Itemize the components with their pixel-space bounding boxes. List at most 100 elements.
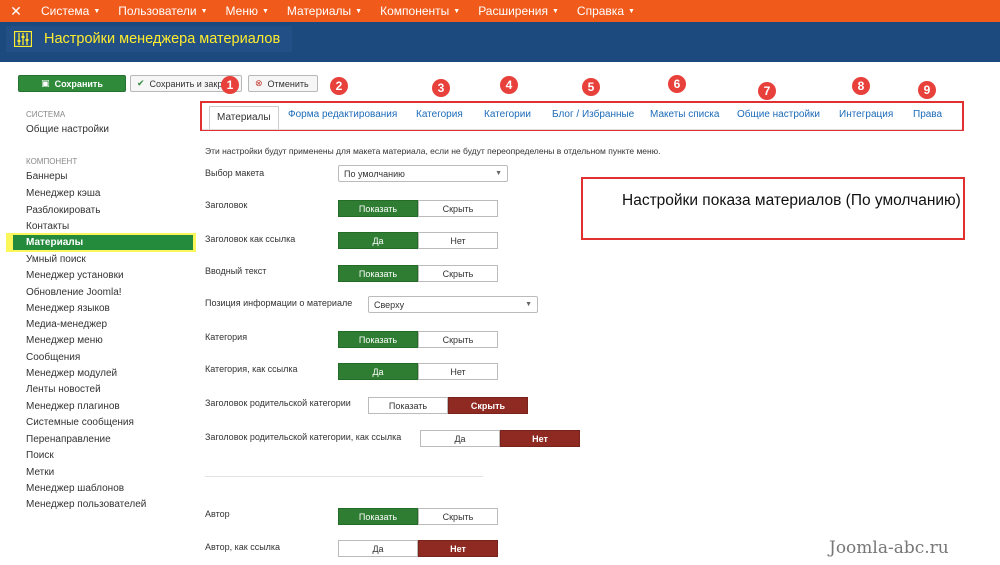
intro-show-button[interactable]: Показать xyxy=(338,265,418,282)
annotation-badge-2: 2 xyxy=(330,77,348,95)
sidebar-item-banners[interactable]: Баннеры xyxy=(26,171,67,182)
tab-editing-layout[interactable]: Форма редактирования xyxy=(288,109,397,120)
author-link-toggle: Да Нет xyxy=(338,540,498,557)
sidebar-item-search[interactable]: Поиск xyxy=(26,450,54,461)
nav-help[interactable]: Справка ▼ xyxy=(568,0,644,22)
title-label: Заголовок xyxy=(205,200,248,210)
nav-label: Расширения xyxy=(478,4,548,18)
tab-blog-featured[interactable]: Блог / Избранные xyxy=(552,109,634,120)
tab-permissions[interactable]: Права xyxy=(913,109,942,120)
nav-system[interactable]: Система ▼ xyxy=(32,0,109,22)
category-link-no-button[interactable]: Нет xyxy=(418,363,498,380)
title-link-no-button[interactable]: Нет xyxy=(418,232,498,249)
sidebar-item-contacts[interactable]: Контакты xyxy=(26,221,69,232)
sidebar-highlight: Материалы xyxy=(6,233,196,252)
sidebar-item-global-config[interactable]: Общие настройки xyxy=(26,124,109,135)
sidebar-item-messages[interactable]: Сообщения xyxy=(26,352,80,363)
author-link-no-button[interactable]: Нет xyxy=(418,540,498,557)
title-box: Настройки менеджера материалов xyxy=(6,26,293,52)
sidebar-item-plugins[interactable]: Менеджер плагинов xyxy=(26,401,120,412)
nav-users[interactable]: Пользователи ▼ xyxy=(109,0,216,22)
sidebar-item-postinstall[interactable]: Системные сообщения xyxy=(26,417,134,428)
category-link-label: Категория, как ссылка xyxy=(205,364,298,374)
title-hide-button[interactable]: Скрыть xyxy=(418,200,498,217)
annotation-badge-6: 6 xyxy=(668,75,686,93)
intro-label: Вводный текст xyxy=(205,266,267,276)
nav-label: Пользователи xyxy=(118,4,197,18)
parent-link-no-button[interactable]: Нет xyxy=(500,430,580,447)
intro-hide-button[interactable]: Скрыть xyxy=(418,265,498,282)
nav-label: Компоненты xyxy=(380,4,450,18)
info-position-select[interactable]: Сверху ▼ xyxy=(368,296,538,313)
tabs-annotation-box: Материалы Форма редактирования Категория… xyxy=(200,101,964,131)
tab-shared[interactable]: Общие настройки xyxy=(737,109,820,120)
author-toggle: Показать Скрыть xyxy=(338,508,498,525)
sidebar-item-cache[interactable]: Менеджер кэша xyxy=(26,188,100,199)
joomla-logo-icon[interactable]: ✕ xyxy=(0,0,32,22)
category-show-button[interactable]: Показать xyxy=(338,331,418,348)
tab-categories[interactable]: Категории xyxy=(484,109,531,120)
author-show-button[interactable]: Показать xyxy=(338,508,418,525)
sidebar-item-modules[interactable]: Менеджер модулей xyxy=(26,368,117,379)
tab-list-layouts[interactable]: Макеты списка xyxy=(650,109,719,120)
parent-hide-button[interactable]: Скрыть xyxy=(448,397,528,414)
category-hide-button[interactable]: Скрыть xyxy=(418,331,498,348)
nav-label: Система xyxy=(41,4,90,18)
callout-text: Настройки показа материалов (По умолчани… xyxy=(622,192,961,209)
parent-category-link-label: Заголовок родительской категории, как сс… xyxy=(205,432,402,442)
nav-content[interactable]: Материалы ▼ xyxy=(278,0,371,22)
annotation-badge-1: 1 xyxy=(221,76,239,94)
settings-notice: Эти настройки будут применены для макета… xyxy=(205,146,661,156)
sidebar-item-menus[interactable]: Менеджер меню xyxy=(26,335,103,346)
title-link-yes-button[interactable]: Да xyxy=(338,232,418,249)
author-link-yes-button[interactable]: Да xyxy=(338,540,418,557)
category-link-yes-button[interactable]: Да xyxy=(338,363,418,380)
nav-label: Материалы xyxy=(286,4,352,18)
caret-down-icon: ▼ xyxy=(200,7,208,15)
equalizer-icon xyxy=(14,31,32,47)
layout-select[interactable]: По умолчанию ▼ xyxy=(338,165,508,182)
tab-category[interactable]: Категория xyxy=(416,109,463,120)
title-link-toggle: Да Нет xyxy=(338,232,498,249)
sidebar-item-smart-search[interactable]: Умный поиск xyxy=(26,254,86,265)
save-button[interactable]: ▣ Сохранить xyxy=(18,75,126,92)
tab-article[interactable]: Материалы xyxy=(209,106,279,129)
sidebar-item-languages[interactable]: Менеджер языков xyxy=(26,303,110,314)
sidebar-item-media[interactable]: Медиа-менеджер xyxy=(26,319,107,330)
author-link-label: Автор, как ссылка xyxy=(205,542,281,552)
nav-extensions[interactable]: Расширения ▼ xyxy=(469,0,568,22)
sidebar-item-tags[interactable]: Метки xyxy=(26,467,54,478)
title-toggle: Показать Скрыть xyxy=(338,200,498,217)
sidebar-item-newsfeeds[interactable]: Ленты новостей xyxy=(26,384,101,395)
caret-down-icon: ▼ xyxy=(355,7,363,15)
nav-label: Меню xyxy=(225,4,258,18)
annotation-badge-3: 3 xyxy=(432,79,450,97)
nav-menus[interactable]: Меню ▼ xyxy=(217,0,278,22)
tabs-underline xyxy=(202,129,962,130)
parent-link-yes-button[interactable]: Да xyxy=(420,430,500,447)
sidebar-heading-component: Компонент xyxy=(26,157,78,166)
chevron-down-icon: ▼ xyxy=(495,170,502,177)
sidebar-item-joomla-update[interactable]: Обновление Joomla! xyxy=(26,287,122,298)
sidebar-item-content[interactable]: Материалы xyxy=(13,235,193,250)
title-show-button[interactable]: Показать xyxy=(338,200,418,217)
cancel-button[interactable]: ⊗ Отменить xyxy=(248,75,318,92)
annotation-callout: Настройки показа материалов (По умолчани… xyxy=(581,177,965,240)
page-title: Настройки менеджера материалов xyxy=(44,31,281,47)
parent-show-button[interactable]: Показать xyxy=(368,397,448,414)
annotation-badge-9: 9 xyxy=(918,81,936,99)
sidebar-item-installer[interactable]: Менеджер установки xyxy=(26,270,124,281)
sidebar-item-templates[interactable]: Менеджер шаблонов xyxy=(26,483,124,494)
caret-down-icon: ▼ xyxy=(453,7,461,15)
layout-select-value: По умолчанию xyxy=(344,168,405,179)
chevron-down-icon: ▼ xyxy=(525,301,532,308)
info-position-label: Позиция информации о материале xyxy=(205,298,353,308)
page-header: Настройки менеджера материалов xyxy=(0,22,1000,62)
sidebar-item-checkin[interactable]: Разблокировать xyxy=(26,205,100,216)
top-navbar: ✕ Система ▼ Пользователи ▼ Меню ▼ Материалы… xyxy=(0,0,1000,22)
sidebar-item-users[interactable]: Менеджер пользователей xyxy=(26,499,146,510)
author-hide-button[interactable]: Скрыть xyxy=(418,508,498,525)
nav-components[interactable]: Компоненты ▼ xyxy=(371,0,469,22)
sidebar-item-redirect[interactable]: Перенаправление xyxy=(26,434,111,445)
tab-integration[interactable]: Интеграция xyxy=(839,109,893,120)
